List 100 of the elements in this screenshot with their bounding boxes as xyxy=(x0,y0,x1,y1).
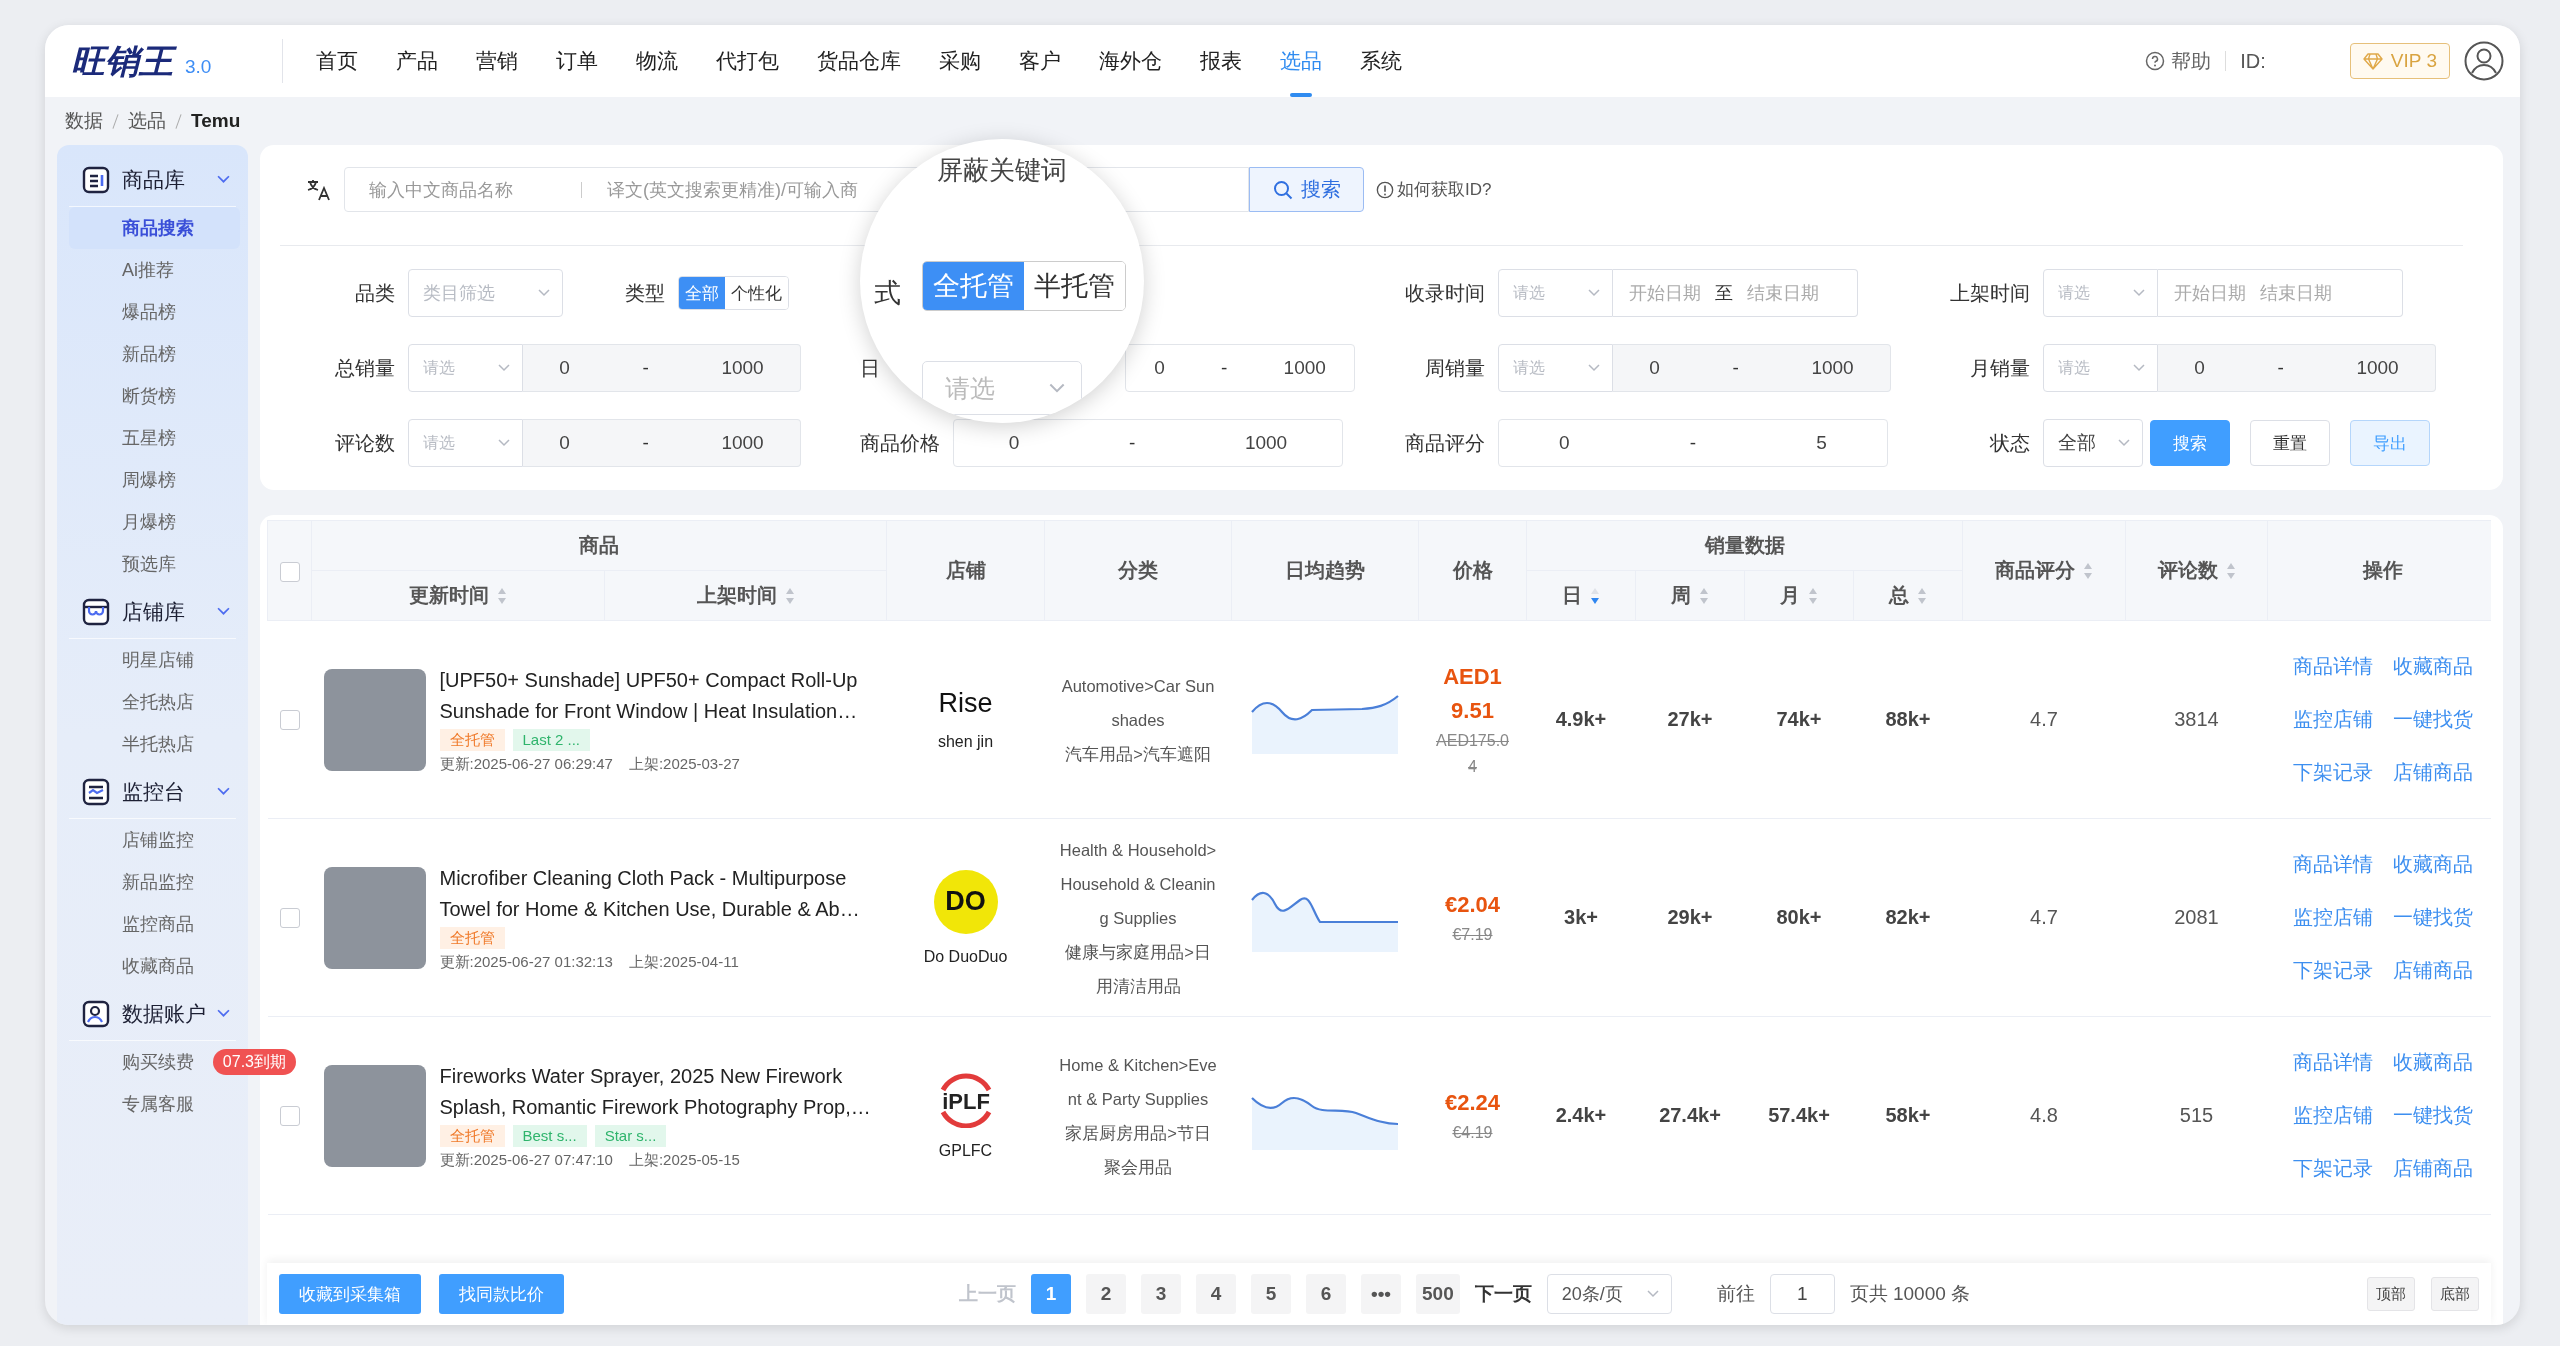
action-link[interactable]: 下架记录 xyxy=(2293,759,2373,786)
product-title[interactable]: Fireworks Water Sprayer, 2025 New Firework Splash, Romantic Firework Photography Prop,… xyxy=(439,1061,880,1123)
action-link[interactable]: 一键找货 xyxy=(2393,904,2473,931)
nav-tab[interactable]: 产品 xyxy=(377,25,457,97)
page-button[interactable]: 5 xyxy=(1251,1274,1291,1314)
date-range-field[interactable]: 开始日期 至 结束日期 xyxy=(1613,269,1858,317)
min-input[interactable]: 0 xyxy=(1649,357,1660,379)
action-link[interactable]: 商品详情 xyxy=(2293,851,2373,878)
min-input[interactable]: 0 xyxy=(1154,357,1165,379)
sidebar-group[interactable]: 监控台 xyxy=(69,765,236,819)
min-input[interactable]: 0 xyxy=(1008,432,1020,454)
action-link[interactable]: 下架记录 xyxy=(2293,1155,2373,1182)
sidebar-item[interactable]: 爆品榜 xyxy=(69,291,240,333)
sidebar-item[interactable]: 预选库 xyxy=(69,543,240,585)
min-input[interactable]: 0 xyxy=(559,357,570,379)
action-link[interactable]: 商品详情 xyxy=(2293,653,2373,680)
nav-tab[interactable]: 客户 xyxy=(1000,25,1080,97)
breadcrumb-link[interactable]: 选品 xyxy=(128,108,166,134)
nav-tab[interactable]: 代打包 xyxy=(697,25,798,97)
action-link[interactable]: 商品详情 xyxy=(2293,1049,2373,1076)
reset-button[interactable]: 重置 xyxy=(2250,420,2330,466)
action-link[interactable]: 店铺商品 xyxy=(2393,957,2473,984)
action-link[interactable]: 下架记录 xyxy=(2293,957,2373,984)
page-button[interactable]: 500 xyxy=(1416,1274,1460,1314)
status-select[interactable]: 全部 xyxy=(2043,419,2143,467)
action-link[interactable]: 收藏商品 xyxy=(2393,851,2473,878)
sidebar-item[interactable]: 周爆榜 xyxy=(69,459,240,501)
sidebar-item[interactable]: 监控商品 xyxy=(69,903,240,945)
toggle-option[interactable]: 全托管 xyxy=(923,262,1024,310)
nav-tab[interactable]: 采购 xyxy=(920,25,1000,97)
sidebar-item[interactable]: 商品搜索 xyxy=(69,207,240,249)
scroll-button[interactable]: 底部 xyxy=(2431,1277,2479,1311)
sidebar-item[interactable]: 五星榜 xyxy=(69,417,240,459)
nav-tab[interactable]: 选品 xyxy=(1261,25,1341,97)
page-button[interactable]: 4 xyxy=(1196,1274,1236,1314)
store-name[interactable]: Do DuoDuo xyxy=(923,947,1008,966)
help-icon[interactable] xyxy=(2145,51,2166,71)
sort-icon[interactable] xyxy=(1699,586,1709,605)
product-title[interactable]: [UPF50+ Sunshade] UPF50+ Compact Roll-Up Sunshade for Front Window | Heat Insulation… xyxy=(439,665,880,727)
nav-tab[interactable]: 订单 xyxy=(537,25,617,97)
sort-icon[interactable] xyxy=(784,586,795,605)
sidebar-group[interactable]: 店铺库 xyxy=(69,585,236,639)
checkbox[interactable] xyxy=(279,1105,300,1126)
max-input[interactable]: 1000 xyxy=(1283,357,1326,379)
sidebar-item[interactable]: 断货榜 xyxy=(69,375,240,417)
checkbox[interactable] xyxy=(279,907,300,928)
min-input[interactable]: 0 xyxy=(559,432,570,454)
nav-tab[interactable]: 营销 xyxy=(457,25,537,97)
sidebar-item[interactable]: 月爆榜 xyxy=(69,501,240,543)
sidebar-item[interactable]: Ai推荐 xyxy=(69,249,240,291)
page-button[interactable]: 2 xyxy=(1086,1274,1126,1314)
sort-icon[interactable] xyxy=(1590,586,1600,605)
max-input[interactable]: 1000 xyxy=(721,357,764,379)
nav-tab[interactable]: 首页 xyxy=(297,25,377,97)
page-button[interactable]: ••• xyxy=(1361,1274,1401,1314)
sidebar-item[interactable]: 明星店铺 xyxy=(69,639,240,681)
search-button[interactable]: 搜索 xyxy=(1249,167,1364,212)
sidebar-item[interactable]: 全托热店 xyxy=(69,681,240,723)
action-link[interactable]: 监控店铺 xyxy=(2293,706,2373,733)
help-link[interactable]: 帮助 xyxy=(2171,47,2212,75)
nav-tab[interactable]: 物流 xyxy=(617,25,697,97)
sort-icon[interactable] xyxy=(2225,561,2236,580)
page-input[interactable]: 1 xyxy=(1769,1274,1835,1314)
sidebar-item[interactable]: 购买续费 xyxy=(69,1041,205,1083)
max-input[interactable]: 1000 xyxy=(721,432,764,454)
action-link[interactable]: 店铺商品 xyxy=(2393,759,2473,786)
sort-icon[interactable] xyxy=(1917,586,1927,605)
action-link[interactable]: 店铺商品 xyxy=(2393,1155,2473,1182)
sort-icon[interactable] xyxy=(497,586,507,605)
nav-tab[interactable]: 系统 xyxy=(1341,25,1421,97)
sort-icon[interactable] xyxy=(1808,586,1818,605)
sidebar-item[interactable]: 新品榜 xyxy=(69,333,240,375)
sidebar-group[interactable]: 数据账户 xyxy=(69,987,236,1041)
max-input[interactable]: 1000 xyxy=(1244,432,1288,454)
translate-icon[interactable] xyxy=(306,177,332,202)
max-input[interactable]: 1000 xyxy=(2356,357,2399,379)
min-input[interactable]: 0 xyxy=(2194,357,2205,379)
sidebar-item[interactable]: 收藏商品 xyxy=(69,945,240,987)
action-link[interactable]: 一键找货 xyxy=(2393,1102,2473,1129)
toggle-option[interactable]: 全部 xyxy=(679,277,725,309)
checkbox[interactable] xyxy=(279,561,300,582)
max-input[interactable]: 5 xyxy=(1816,432,1827,454)
product-title[interactable]: Microfiber Cleaning Cloth Pack - Multipurpose Towel for Home & Kitchen Use, Durable & Ab… xyxy=(439,863,880,925)
sidebar-item[interactable]: 专属客服 xyxy=(69,1083,240,1125)
sidebar-item[interactable]: 店铺监控 xyxy=(69,819,240,861)
nav-tab[interactable]: 海外仓 xyxy=(1080,25,1181,97)
scroll-button[interactable]: 顶部 xyxy=(2367,1277,2415,1311)
sort-icon[interactable] xyxy=(2083,561,2093,580)
action-link[interactable]: 监控店铺 xyxy=(2293,1102,2373,1129)
sidebar-item[interactable]: 新品监控 xyxy=(69,861,240,903)
id-help-link[interactable]: 如何获取ID? xyxy=(1397,178,1492,201)
sidebar-item[interactable]: 半托热店 xyxy=(69,723,240,765)
nav-tab[interactable]: 报表 xyxy=(1181,25,1261,97)
action-link[interactable]: 收藏商品 xyxy=(2393,1049,2473,1076)
avatar-icon[interactable] xyxy=(2464,41,2504,81)
breadcrumb-link[interactable]: 数据 xyxy=(65,108,103,134)
next-page-button[interactable]: 下一页 xyxy=(1474,1281,1532,1307)
page-button[interactable]: 6 xyxy=(1306,1274,1346,1314)
action-link[interactable]: 监控店铺 xyxy=(2293,904,2373,931)
min-input[interactable]: 0 xyxy=(1559,432,1570,454)
